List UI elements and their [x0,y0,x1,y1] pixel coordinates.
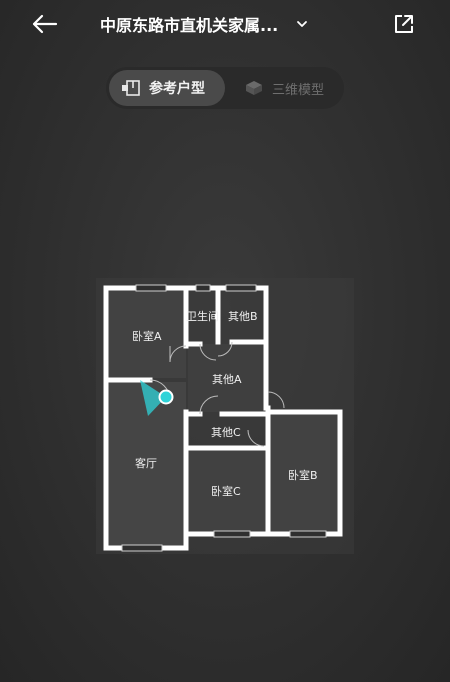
viewpoint-dot [158,389,174,405]
room-label-bedroom-a: 卧室A [132,329,162,343]
room-label-other-b: 其他B [228,310,258,323]
room-label-other-a: 其他A [212,373,242,386]
room-label-other-c: 其他C [211,426,241,439]
room-label-bedroom-b: 卧室B [288,468,318,482]
room-label-bedroom-c: 卧室C [211,484,241,498]
floor-plan[interactable]: 卧室A 卫生间 其他B 其他A 客厅 其他C 卧室C 卧室B [0,0,450,682]
room-label-living: 客厅 [135,456,157,470]
room-label-bathroom: 卫生间 [186,309,219,323]
